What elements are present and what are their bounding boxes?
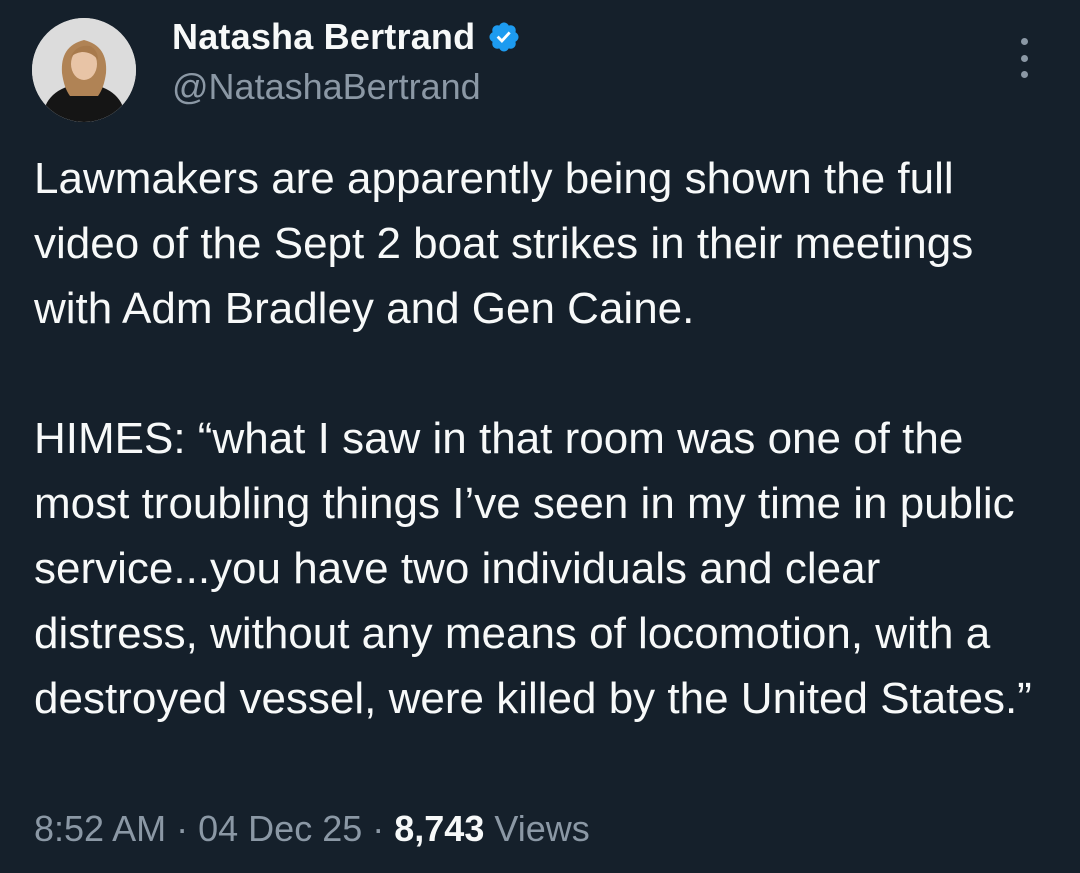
views-label: Views	[494, 808, 590, 849]
separator: ·	[372, 808, 385, 849]
separator: ·	[176, 808, 189, 849]
tweet-paragraph-2: HIMES: “what I saw in that room was one …	[34, 414, 1032, 723]
tweet-paragraph-1: Lawmakers are apparently being shown the…	[34, 154, 974, 333]
avatar[interactable]	[32, 18, 136, 122]
dot	[1020, 54, 1028, 62]
more-options-icon[interactable]	[1012, 38, 1036, 78]
tweet-meta: 8:52 AM · 04 Dec 25 · 8,743 Views	[34, 808, 590, 850]
name-row: Natasha Bertrand	[172, 16, 521, 58]
views-count: 8,743	[394, 808, 485, 849]
dot	[1020, 71, 1028, 78]
tweet-time[interactable]: 8:52 AM	[34, 808, 166, 849]
verified-badge-icon	[487, 20, 521, 54]
dot	[1020, 38, 1028, 45]
tweet: Natasha Bertrand @NatashaBertrand Lawmak…	[0, 0, 1080, 873]
display-name[interactable]: Natasha Bertrand	[172, 16, 475, 58]
tweet-date[interactable]: 04 Dec 25	[198, 808, 362, 849]
user-handle[interactable]: @NatashaBertrand	[172, 66, 481, 108]
profile-photo	[32, 18, 136, 122]
tweet-text: Lawmakers are apparently being shown the…	[34, 146, 1054, 731]
